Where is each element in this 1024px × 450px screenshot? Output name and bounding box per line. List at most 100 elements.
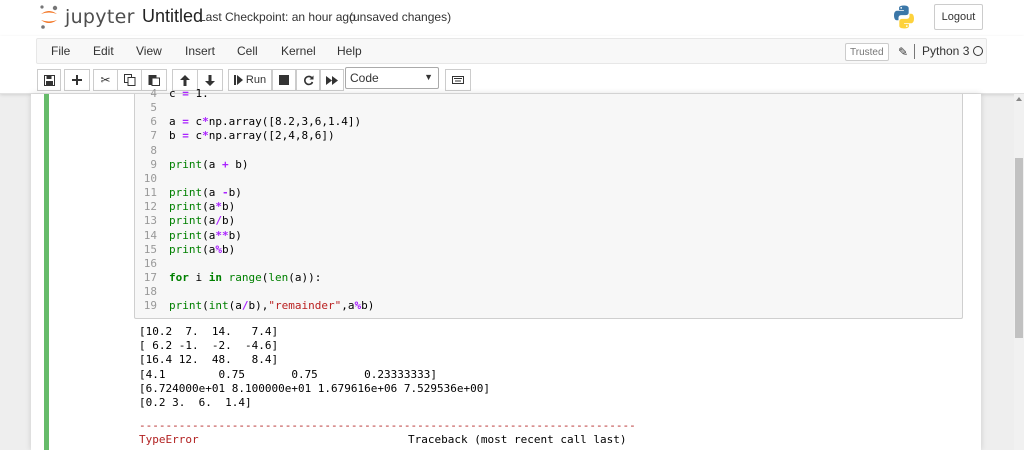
menu-cell[interactable]: Cell	[237, 44, 258, 58]
header: jupyter Untitled Last Checkpoint: an hou…	[0, 0, 1024, 36]
code-line[interactable]: 19 print(int(a/b),"remainder",a%b)	[135, 299, 964, 313]
traceback-label: Traceback (most recent call last)	[408, 433, 627, 446]
checkpoint-status: Last Checkpoint: an hour ago	[199, 10, 356, 24]
code-line[interactable]: 11 print(a -b)	[135, 186, 964, 200]
line-number: 10	[143, 171, 157, 185]
code-line[interactable]: 8	[135, 144, 964, 158]
code-text[interactable]: print(a -b)	[169, 186, 242, 200]
line-number: 5	[150, 101, 157, 115]
code-text[interactable]: print(int(a/b),"remainder",a%b)	[169, 299, 374, 313]
code-line[interactable]: 16	[135, 257, 964, 271]
kernel-divider	[914, 44, 915, 59]
code-line[interactable]: 15 print(a%b)	[135, 243, 964, 257]
code-line[interactable]: 13 print(a/b)	[135, 214, 964, 228]
save-icon	[43, 74, 55, 86]
fast-forward-icon	[326, 75, 338, 85]
stop-icon	[279, 75, 289, 85]
line-number: 14	[143, 228, 157, 242]
code-line[interactable]: 14 print(a**b)	[135, 229, 964, 243]
scrollbar[interactable]	[1014, 94, 1024, 450]
menu-file[interactable]: File	[51, 44, 70, 58]
code-text[interactable]: print(a%b)	[169, 243, 235, 257]
code-editor[interactable]: 4 c = 1. 5 6 a = c*np.array([8.2,3,6,1.4]) 7 b…	[134, 87, 964, 319]
line-number: 17	[143, 270, 157, 284]
arrow-down-icon	[205, 74, 215, 86]
save-status: (unsaved changes)	[349, 10, 452, 24]
insert-cell-button[interactable]	[64, 69, 90, 91]
code-line[interactable]: 12 print(a*b)	[135, 200, 964, 214]
kernel-name[interactable]: Python 3	[922, 44, 969, 58]
run-label: Run	[245, 74, 267, 86]
code-line[interactable]: 6 a = c*np.array([8.2,3,6,1.4])	[135, 115, 964, 129]
code-line[interactable]: 9 print(a + b)	[135, 158, 964, 172]
notebook-title[interactable]: Untitled	[142, 6, 203, 27]
scroll-up-icon[interactable]	[1016, 97, 1022, 101]
kernel-idle-icon	[973, 46, 983, 56]
trusted-badge[interactable]: Trusted	[845, 43, 889, 61]
plus-icon	[72, 75, 82, 85]
error-header: TypeError Traceback (most recent call las…	[139, 433, 699, 447]
python-logo-icon	[894, 5, 914, 29]
code-text[interactable]: print(a/b)	[169, 214, 235, 228]
scroll-thumb[interactable]	[1015, 158, 1023, 338]
line-number: 19	[143, 299, 157, 313]
line-number: 8	[150, 143, 157, 157]
menu-help[interactable]: Help	[337, 44, 362, 58]
code-text[interactable]: print(a + b)	[169, 158, 249, 172]
menu-view[interactable]: View	[136, 44, 162, 58]
error-separator: ----------------------------------------…	[139, 419, 636, 432]
line-number: 11	[143, 186, 157, 200]
line-number: 9	[150, 157, 157, 171]
code-text[interactable]: for i in range(len(a)):	[169, 271, 321, 285]
menu-insert[interactable]: Insert	[185, 44, 215, 58]
code-text[interactable]: a = c*np.array([8.2,3,6,1.4])	[169, 115, 361, 129]
jupyter-logo-icon	[40, 5, 58, 29]
logo-text: jupyter	[65, 6, 135, 28]
menu-kernel[interactable]: Kernel	[281, 44, 316, 58]
menubar-container: File Edit View Insert Cell Kernel Help T…	[0, 36, 1024, 94]
code-text[interactable]: c = 1.	[169, 87, 209, 101]
cut-button[interactable]: ✂	[93, 69, 118, 91]
code-line[interactable]: 5	[135, 101, 964, 115]
line-number: 4	[150, 87, 157, 100]
pencil-icon[interactable]: ✎	[898, 45, 908, 59]
output-line: [4.1 0.75 0.75 0.23333333]	[139, 367, 438, 381]
menubar: File Edit View Insert Cell Kernel Help T…	[36, 38, 987, 64]
chevron-down-icon: ▼	[424, 72, 433, 82]
copy-icon	[123, 74, 135, 86]
line-number: 15	[143, 242, 157, 256]
code-line[interactable]: 18	[135, 285, 964, 299]
code-text[interactable]: b = c*np.array([2,4,8,6])	[169, 129, 335, 143]
save-button[interactable]	[37, 69, 61, 91]
menu-edit[interactable]: Edit	[93, 44, 114, 58]
line-number: 12	[143, 200, 157, 214]
output-line: [16.4 12. 48. 8.4]	[139, 353, 279, 367]
code-line[interactable]: 10	[135, 172, 964, 186]
output-line: [10.2 7. 14. 7.4]	[139, 325, 279, 338]
code-text[interactable]: print(a*b)	[169, 200, 235, 214]
output-line: [ 6.2 -1. -2. -4.6]	[139, 339, 279, 353]
cell-type-value: Code	[350, 71, 379, 85]
output-line: [6.724000e+01 8.100000e+01 1.679616e+06 …	[139, 381, 490, 395]
line-number: 18	[143, 285, 157, 299]
output-line: [0.2 3. 6. 1.4]	[139, 396, 252, 409]
paste-icon	[148, 75, 160, 86]
jupyter-logo[interactable]: jupyter	[38, 4, 135, 30]
code-line[interactable]: 4 c = 1.	[135, 87, 964, 101]
logout-button[interactable]: Logout	[934, 4, 983, 30]
step-forward-icon	[233, 75, 243, 85]
arrow-up-icon	[180, 74, 190, 86]
error-name: TypeError	[139, 433, 199, 446]
code-line[interactable]: 7 b = c*np.array([2,4,8,6])	[135, 129, 964, 143]
restart-icon	[303, 75, 313, 85]
code-line[interactable]: 17 for i in range(len(a)):	[135, 271, 964, 285]
code-text[interactable]: print(a**b)	[169, 229, 242, 243]
keyboard-icon	[452, 76, 464, 84]
line-number: 6	[150, 115, 157, 129]
line-number: 13	[143, 214, 157, 228]
cut-icon: ✂	[100, 73, 111, 87]
cell-type-select[interactable]: Code ▼	[345, 67, 439, 89]
line-number: 16	[143, 256, 157, 270]
notebook-container: 4 c = 1. 5 6 a = c*np.array([8.2,3,6,1.4]) 7 b…	[31, 87, 981, 450]
cell-selection-bar	[44, 94, 49, 450]
